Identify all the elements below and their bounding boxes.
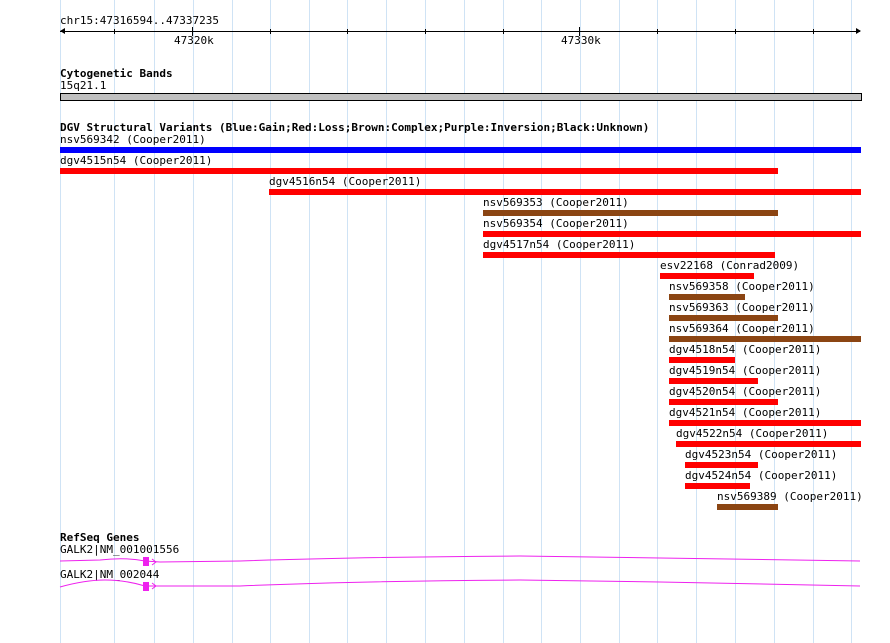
variant-bar[interactable]	[669, 294, 745, 300]
feature-label: nsv569364 (Cooper2011)	[669, 322, 815, 335]
feature-label: dgv4515n54 (Cooper2011)	[60, 154, 213, 167]
variant-bar[interactable]	[669, 336, 861, 342]
variant-bar[interactable]	[685, 462, 758, 468]
ruler-tick-label: 47330k	[561, 34, 601, 47]
cytoband-bar[interactable]	[60, 93, 862, 101]
ruler-tick-label: 47320k	[174, 34, 214, 47]
variant-bar[interactable]	[60, 168, 778, 174]
variant-bar[interactable]	[676, 441, 861, 447]
ruler-minor-tick	[270, 29, 271, 34]
exon-block[interactable]	[143, 557, 149, 566]
genome-browser-view: chr15:47316594..47337235 47320k 47330k C…	[0, 0, 890, 643]
ruler-left-arrow-icon	[60, 28, 65, 34]
ruler-right-arrow-icon	[856, 28, 861, 34]
gene-model[interactable]	[59, 577, 861, 597]
variant-bar[interactable]	[669, 357, 735, 363]
feature-label: dgv4516n54 (Cooper2011)	[269, 175, 422, 188]
feature-label: nsv569358 (Cooper2011)	[669, 280, 815, 293]
ruler-minor-tick	[114, 29, 115, 34]
ruler-minor-tick	[503, 29, 504, 34]
band-label: 15q21.1	[60, 79, 107, 92]
feature-label: dgv4519n54 (Cooper2011)	[669, 364, 822, 377]
feature-label: dgv4518n54 (Cooper2011)	[669, 343, 822, 356]
variant-bar[interactable]	[669, 315, 778, 321]
gene-model[interactable]	[59, 552, 861, 572]
ruler-minor-tick	[813, 29, 814, 34]
variant-bar[interactable]	[483, 210, 778, 216]
variant-bar[interactable]	[717, 504, 778, 510]
position-label: chr15:47316594..47337235	[60, 14, 219, 27]
exon-block[interactable]	[143, 582, 149, 591]
feature-label: dgv4524n54 (Cooper2011)	[685, 469, 838, 482]
feature-label: dgv4520n54 (Cooper2011)	[669, 385, 822, 398]
feature-label: dgv4517n54 (Cooper2011)	[483, 238, 636, 251]
feature-label: nsv569353 (Cooper2011)	[483, 196, 629, 209]
variant-bar[interactable]	[660, 273, 754, 279]
ruler-minor-tick	[657, 29, 658, 34]
feature-label: nsv569342 (Cooper2011)	[60, 133, 206, 146]
ruler-axis	[60, 31, 860, 32]
ruler-minor-tick	[425, 29, 426, 34]
feature-label: dgv4521n54 (Cooper2011)	[669, 406, 822, 419]
variant-bar[interactable]	[483, 252, 775, 258]
feature-label: nsv569389 (Cooper2011)	[717, 490, 863, 503]
feature-label: dgv4523n54 (Cooper2011)	[685, 448, 838, 461]
feature-label: dgv4522n54 (Cooper2011)	[676, 427, 829, 440]
variant-bar[interactable]	[60, 147, 861, 153]
variant-bar[interactable]	[669, 378, 758, 384]
variant-bar[interactable]	[685, 483, 750, 489]
variant-bar[interactable]	[483, 231, 861, 237]
ruler-minor-tick	[735, 29, 736, 34]
feature-label: nsv569363 (Cooper2011)	[669, 301, 815, 314]
variant-bar[interactable]	[669, 420, 861, 426]
feature-label: esv22168 (Conrad2009)	[660, 259, 800, 272]
variant-bar[interactable]	[269, 189, 861, 195]
feature-label: nsv569354 (Cooper2011)	[483, 217, 629, 230]
ruler-minor-tick	[347, 29, 348, 34]
variant-bar[interactable]	[669, 399, 778, 405]
